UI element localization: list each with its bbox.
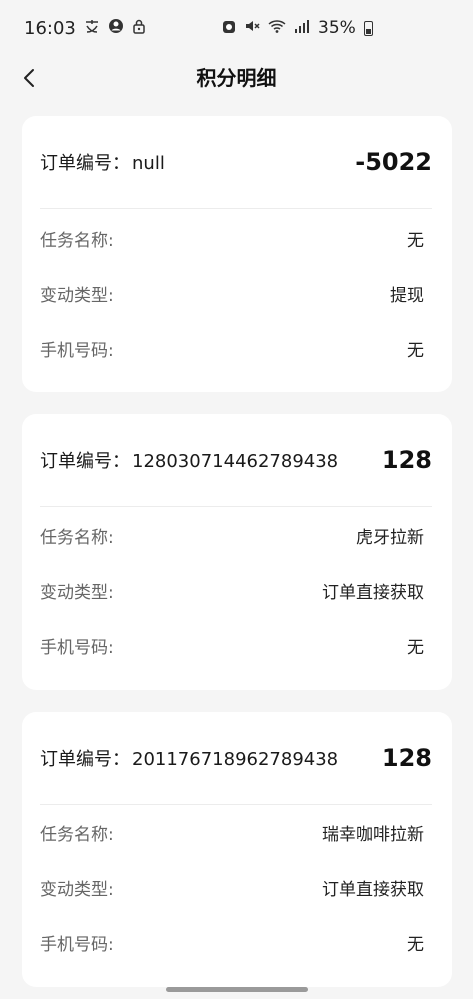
task-name-row: 任务名称: 无 [40, 224, 424, 252]
screen: 16:03 35% 积分明细 订单编号： null -5022 任务名称: 无 … [0, 0, 473, 999]
task-name-label: 任务名称: [40, 230, 114, 251]
status-time: 16:03 [24, 17, 76, 39]
task-name-value: 无 [407, 230, 424, 251]
order-number-label: 订单编号： [40, 451, 130, 472]
phone-row: 手机号码: 无 [40, 631, 424, 659]
task-name-value: 瑞幸咖啡拉新 [322, 824, 424, 845]
record-card: 订单编号： 201176718962789438 128 任务名称: 瑞幸咖啡拉新… [22, 712, 452, 987]
order-number-value: 201176718962789438 [132, 749, 339, 770]
home-indicator[interactable] [166, 987, 308, 992]
battery-percent: 35% [318, 18, 356, 38]
record-card-header: 订单编号： 201176718962789438 128 [40, 712, 432, 805]
signal-icon [294, 18, 310, 38]
task-name-label: 任务名称: [40, 824, 114, 845]
change-type-row: 变动类型: 订单直接获取 [40, 873, 424, 901]
task-name-label: 任务名称: [40, 527, 114, 548]
order-number-label: 订单编号： [40, 153, 130, 174]
change-type-label: 变动类型: [40, 582, 114, 603]
task-name-row: 任务名称: 虎牙拉新 [40, 521, 424, 549]
status-left: 16:03 [24, 18, 146, 39]
points-change: 128 [381, 744, 432, 772]
notification-icon [84, 18, 100, 38]
points-change: -5022 [355, 148, 432, 176]
page-title: 积分明细 [196, 66, 277, 90]
phone-label: 手机号码: [40, 637, 114, 658]
order-number-value: null [132, 153, 165, 174]
alarm-icon [222, 18, 236, 38]
points-change: 128 [381, 446, 432, 474]
change-type-value: 订单直接获取 [322, 582, 424, 603]
change-type-row: 变动类型: 订单直接获取 [40, 576, 424, 604]
order-number: 订单编号： 201176718962789438 [40, 745, 338, 771]
order-number-label: 订单编号： [40, 749, 130, 770]
phone-label: 手机号码: [40, 934, 114, 955]
phone-row: 手机号码: 无 [40, 928, 424, 956]
mute-icon [244, 18, 260, 38]
record-card: 订单编号： null -5022 任务名称: 无 变动类型: 提现 手机号码: 无 [22, 116, 452, 392]
phone-label: 手机号码: [40, 340, 114, 361]
phone-value: 无 [407, 637, 424, 658]
change-type-value: 提现 [390, 285, 424, 306]
order-number: 订单编号： null [40, 149, 165, 175]
phone-row: 手机号码: 无 [40, 334, 424, 362]
change-type-label: 变动类型: [40, 879, 114, 900]
order-number-value: 128030714462789438 [132, 451, 339, 472]
task-name-row: 任务名称: 瑞幸咖啡拉新 [40, 818, 424, 846]
record-card-header: 订单编号： null -5022 [40, 116, 432, 209]
battery-icon [363, 20, 373, 36]
account-icon [108, 18, 124, 38]
phone-value: 无 [407, 340, 424, 361]
change-type-label: 变动类型: [40, 285, 114, 306]
phone-value: 无 [407, 934, 424, 955]
header: 积分明细 [0, 56, 473, 100]
change-type-row: 变动类型: 提现 [40, 279, 424, 307]
lock-icon [132, 18, 146, 38]
record-card-header: 订单编号： 128030714462789438 128 [40, 414, 432, 507]
change-type-value: 订单直接获取 [322, 879, 424, 900]
order-number: 订单编号： 128030714462789438 [40, 447, 338, 473]
record-card: 订单编号： 128030714462789438 128 任务名称: 虎牙拉新 变… [22, 414, 452, 690]
wifi-icon [268, 18, 286, 38]
status-bar: 16:03 35% [0, 0, 473, 56]
task-name-value: 虎牙拉新 [356, 527, 424, 548]
status-right: 35% [222, 18, 373, 38]
